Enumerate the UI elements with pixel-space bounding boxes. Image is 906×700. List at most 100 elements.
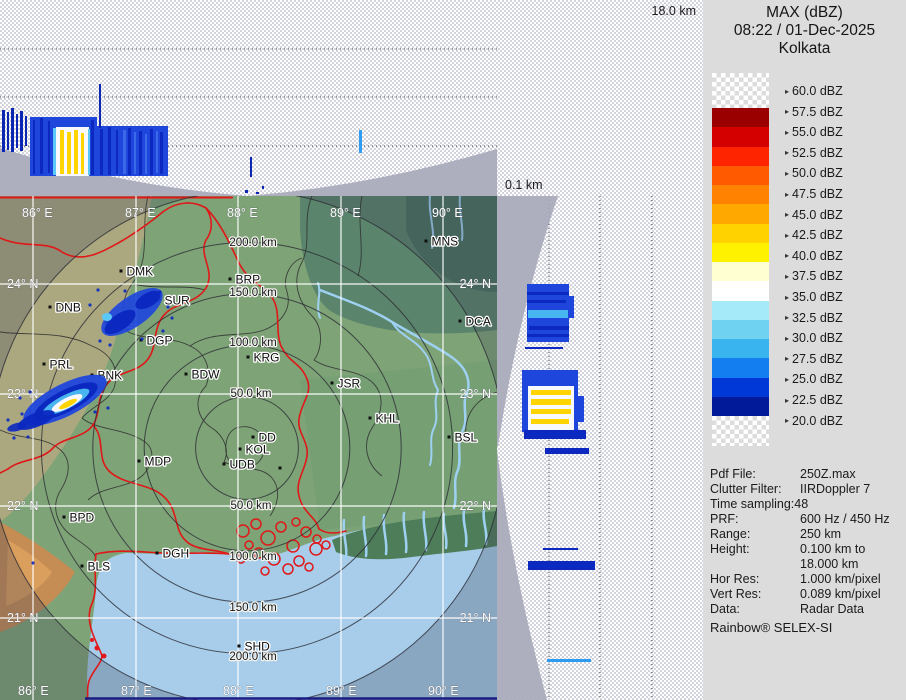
legend-label: ▸ 27.5 dBZ: [785, 351, 843, 366]
height-axis-min-label: 0.1 km: [505, 178, 543, 192]
legend-arrow-icon: ▸: [785, 354, 790, 364]
radar-echo-bar: [250, 157, 252, 177]
city-dot: [80, 564, 84, 568]
legend-band: [712, 108, 769, 128]
legend-band: [712, 127, 769, 147]
radar-echo-bar: [20, 111, 23, 151]
radar-echo-speck: [166, 305, 170, 309]
product-title: MAX (dBZ): [766, 4, 843, 21]
legend-arrow-icon: ▸: [785, 189, 790, 199]
legend-band: [712, 396, 769, 416]
radar-echo-speck: [26, 435, 30, 439]
radar-echo-bar: [67, 132, 71, 174]
lon-label-bottom: 88° E: [223, 684, 254, 698]
city-label: DCA: [466, 315, 491, 329]
radar-echo-speck: [140, 337, 144, 341]
top-projection-panel[interactable]: [0, 48, 497, 196]
radar-echo-speck: [123, 289, 127, 293]
legend-label: ▸ 35.0 dBZ: [785, 290, 843, 304]
city-dot: [155, 551, 159, 555]
side-projection-panel[interactable]: [497, 196, 653, 700]
legend-arrow-icon: ▸: [785, 168, 790, 178]
legend-label: ▸ 40.0 dBZ: [785, 248, 843, 263]
radar-map[interactable]: 200.0 km 150.0 km 100.0 km 50.0 km 50.0 km 10…: [0, 191, 504, 700]
lon-label-bottom: 90° E: [428, 684, 459, 698]
radar-echo-bar: [25, 116, 27, 146]
metadata-row: Pdf File: 250Z.max: [710, 467, 856, 481]
lat-label-right: 24° N: [460, 277, 491, 291]
legend-band: [712, 262, 769, 282]
radar-echo-bar: [11, 108, 14, 152]
radar-echo-bar: [531, 419, 569, 424]
radar-echo-bar: [91, 120, 94, 175]
legend-label: ▸ 50.0 dBZ: [785, 166, 843, 181]
radar-echo-bar: [134, 132, 136, 174]
lat-label-left: 22° N: [7, 499, 38, 513]
legend-arrow-icon: ▸: [785, 374, 790, 384]
city-dot: [237, 644, 241, 648]
legend-label: ▸ 45.0 dBZ: [785, 207, 843, 222]
legend-band: [712, 319, 769, 339]
radar-echo-bar: [48, 121, 50, 173]
legend-label: ▸ 22.5 dBZ: [785, 393, 843, 407]
timestamp: 08:22 / 01-Dec-2025: [733, 22, 876, 39]
radar-echo-bar: [528, 310, 568, 318]
legend-arrow-icon: ▸: [785, 230, 790, 240]
radar-echo-bar: [531, 390, 571, 395]
reflectivity-legend: [712, 73, 769, 446]
lon-label-top: 88° E: [227, 206, 258, 220]
city-label: KHL: [376, 412, 400, 426]
legend-arrow-icon: ▸: [785, 313, 790, 323]
city-label: UDB: [230, 458, 255, 472]
lat-label-right: 23° N: [460, 387, 491, 401]
info-panel: MAX (dBZ) 08:22 / 01-Dec-2025 Kolkata ▸ 6…: [703, 0, 906, 700]
city-dot: [222, 462, 226, 466]
city-label: DGP: [147, 334, 173, 348]
radar-echo-bar: [2, 110, 5, 152]
radar-echo-speck: [28, 390, 32, 394]
city-label: BDW: [192, 368, 221, 382]
radar-echo-bar: [16, 114, 18, 148]
lat-label-left: 21° N: [7, 611, 38, 625]
radar-echo-bar: [576, 396, 584, 422]
metadata-panel: Pdf File: 250Z.max Clutter Filter: IIRDoppl…: [710, 467, 902, 617]
city-label: SUR: [165, 294, 191, 308]
radar-echo-bar: [529, 326, 569, 330]
city-label: MDP: [145, 455, 172, 469]
radar-echo-bar: [527, 292, 569, 295]
legend-checker-top: [712, 73, 769, 108]
legend-band: [712, 165, 769, 185]
lat-label-right: 22° N: [460, 499, 491, 513]
radar-echo-bar: [150, 129, 153, 175]
radar-echo: [102, 313, 112, 321]
legend-label: ▸ 42.5 dBZ: [785, 228, 843, 243]
radar-echo-bar: [545, 448, 589, 454]
metadata-row: Data: Radar Data: [710, 602, 864, 616]
legend-label: ▸ 20.0 dBZ: [785, 413, 843, 428]
radar-echo-speck: [106, 406, 110, 410]
radar-echo-bar: [359, 130, 362, 153]
legend-arrow-icon: ▸: [785, 127, 790, 137]
range-ring-label: 100.0 km: [229, 551, 276, 563]
radar-echo-bar: [262, 186, 264, 189]
legend-arrow-icon: ▸: [785, 292, 790, 302]
legend-arrow-icon: ▸: [785, 251, 790, 261]
radar-echo-bar: [160, 132, 163, 174]
lat-label-right: 21° N: [460, 611, 491, 625]
legend-arrow-icon: ▸: [785, 86, 790, 96]
city-label: DNB: [56, 301, 81, 315]
radar-echo-bar: [128, 128, 131, 175]
legend-band: [712, 300, 769, 320]
range-ring-label: 150.0 km: [229, 602, 276, 614]
radar-echo-bar: [543, 548, 578, 550]
radar-echo-bar: [88, 129, 90, 175]
radar-echo-bar: [100, 129, 103, 175]
city-label: KOL: [246, 443, 270, 457]
legend-label: ▸ 30.0 dBZ: [785, 331, 843, 346]
city-dot: [246, 355, 250, 359]
range-ring-label: 50.0 km: [231, 388, 272, 400]
radar-echo-bar: [33, 120, 35, 174]
legend-band: [712, 146, 769, 166]
radar-echo-speck: [93, 410, 97, 414]
radar-echo-bar: [245, 190, 248, 193]
